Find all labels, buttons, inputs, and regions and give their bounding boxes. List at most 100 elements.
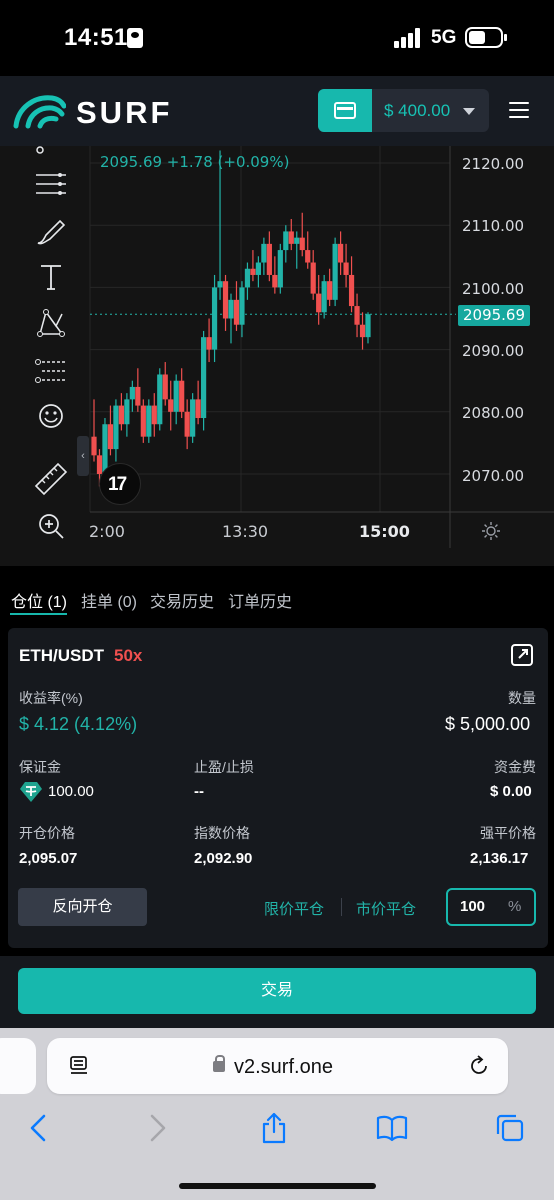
candle[interactable] [146, 399, 152, 443]
candle[interactable] [211, 274, 218, 363]
tabs-icon[interactable] [495, 1112, 525, 1144]
candle[interactable] [140, 399, 146, 443]
candle[interactable] [261, 237, 267, 275]
emoji-icon[interactable] [32, 397, 70, 435]
candle[interactable] [184, 399, 190, 450]
toolbar-collapse-button[interactable]: ‹ [77, 436, 89, 476]
brush-icon[interactable] [32, 213, 70, 251]
price-axis-label: 2110.00 [462, 217, 525, 235]
candle[interactable] [288, 218, 294, 251]
fib-icon[interactable] [32, 352, 70, 390]
candle[interactable] [173, 374, 179, 425]
candle[interactable] [327, 268, 333, 307]
candle-body [168, 399, 174, 412]
candle[interactable] [250, 250, 256, 282]
candle[interactable] [283, 225, 289, 263]
candle[interactable] [266, 231, 272, 282]
candle[interactable] [365, 312, 371, 344]
candle[interactable] [354, 293, 360, 338]
bookmarks-icon[interactable] [376, 1112, 408, 1144]
candle-body [162, 374, 168, 400]
time-axis-label: 13:30 [222, 522, 269, 541]
candle-body [140, 405, 146, 437]
candle[interactable] [228, 293, 234, 344]
candle[interactable] [107, 405, 114, 456]
candle[interactable] [359, 312, 366, 350]
candle[interactable] [348, 256, 355, 313]
candle[interactable] [201, 330, 207, 431]
candle[interactable] [113, 399, 119, 462]
tpsl-value: -- [194, 783, 204, 800]
candle[interactable] [272, 256, 278, 294]
reload-icon[interactable] [468, 1055, 490, 1077]
candle[interactable] [255, 256, 261, 288]
price-axis-label: 2120.00 [462, 155, 525, 173]
candle[interactable] [162, 362, 168, 406]
candle[interactable] [124, 393, 130, 437]
candle[interactable] [168, 380, 174, 431]
tab-order-history[interactable]: 订单历史 [228, 588, 292, 612]
candle[interactable] [321, 274, 327, 319]
trading-pair: ETH/USDT [19, 646, 104, 665]
candle[interactable] [239, 281, 245, 338]
candle[interactable] [316, 274, 322, 325]
zoom-in-icon[interactable] [32, 507, 70, 545]
settings-gear-icon[interactable] [481, 521, 501, 541]
horizontal-lines-icon[interactable] [32, 165, 70, 203]
candle[interactable] [190, 393, 196, 443]
text-icon[interactable] [32, 258, 70, 296]
candle[interactable] [277, 243, 283, 294]
reader-icon[interactable] [69, 1055, 89, 1077]
leverage-badge: 50x [114, 646, 143, 665]
candle[interactable] [294, 231, 300, 269]
candle[interactable] [244, 262, 251, 300]
limit-close-button[interactable]: 限价平仓 [264, 898, 324, 919]
candle[interactable] [179, 368, 185, 419]
market-close-button[interactable]: 市价平仓 [356, 898, 416, 919]
candle[interactable] [299, 212, 305, 257]
tab-trade-history[interactable]: 交易历史 [150, 588, 214, 612]
candle[interactable] [206, 318, 212, 363]
forward-icon[interactable] [142, 1112, 172, 1144]
previous-tab-preview[interactable] [0, 1038, 36, 1094]
candle-body [179, 380, 185, 412]
candle-body [91, 436, 97, 456]
candle[interactable] [233, 281, 240, 331]
candle[interactable] [332, 237, 338, 307]
candle[interactable] [151, 393, 157, 437]
candle[interactable] [135, 368, 141, 412]
pattern-icon[interactable] [32, 304, 70, 342]
tab-positions[interactable]: 仓位 (1) [11, 588, 67, 612]
candle-body [272, 274, 278, 288]
candle[interactable] [310, 250, 316, 300]
candle[interactable] [91, 399, 97, 462]
trade-button[interactable]: 交易 [18, 968, 536, 1014]
price-axis-label: 2100.00 [462, 280, 525, 298]
candle[interactable] [129, 380, 135, 412]
candle[interactable] [157, 368, 163, 431]
tradingview-logo[interactable]: 17 [99, 463, 141, 505]
candle-body [173, 380, 179, 412]
active-tab-indicator [10, 613, 67, 615]
ruler-icon[interactable] [32, 460, 70, 498]
candle-body [332, 243, 338, 300]
candle[interactable] [305, 231, 311, 269]
candle[interactable] [195, 380, 201, 425]
candle[interactable] [343, 243, 349, 288]
candle[interactable] [338, 231, 344, 275]
candle[interactable] [118, 393, 124, 431]
candle-body [255, 262, 261, 275]
url-text[interactable]: v2.surf.one [234, 1056, 333, 1079]
reverse-position-button[interactable]: 反向开仓 [18, 888, 147, 926]
current-price-tag: 2095.69 [458, 305, 530, 326]
share-sheet-icon[interactable] [259, 1112, 289, 1144]
close-percent-value[interactable]: 100 [460, 898, 485, 915]
tab-open-orders[interactable]: 挂单 (0) [81, 588, 137, 612]
pnl-value: $ 4.12 (4.12%) [19, 714, 138, 734]
candle-body [365, 314, 371, 338]
back-icon[interactable] [24, 1112, 54, 1144]
candle-body [135, 386, 141, 406]
tpsl-label: 止盈/止损 [194, 759, 254, 775]
share-icon[interactable] [510, 643, 534, 667]
candle[interactable] [222, 274, 229, 331]
